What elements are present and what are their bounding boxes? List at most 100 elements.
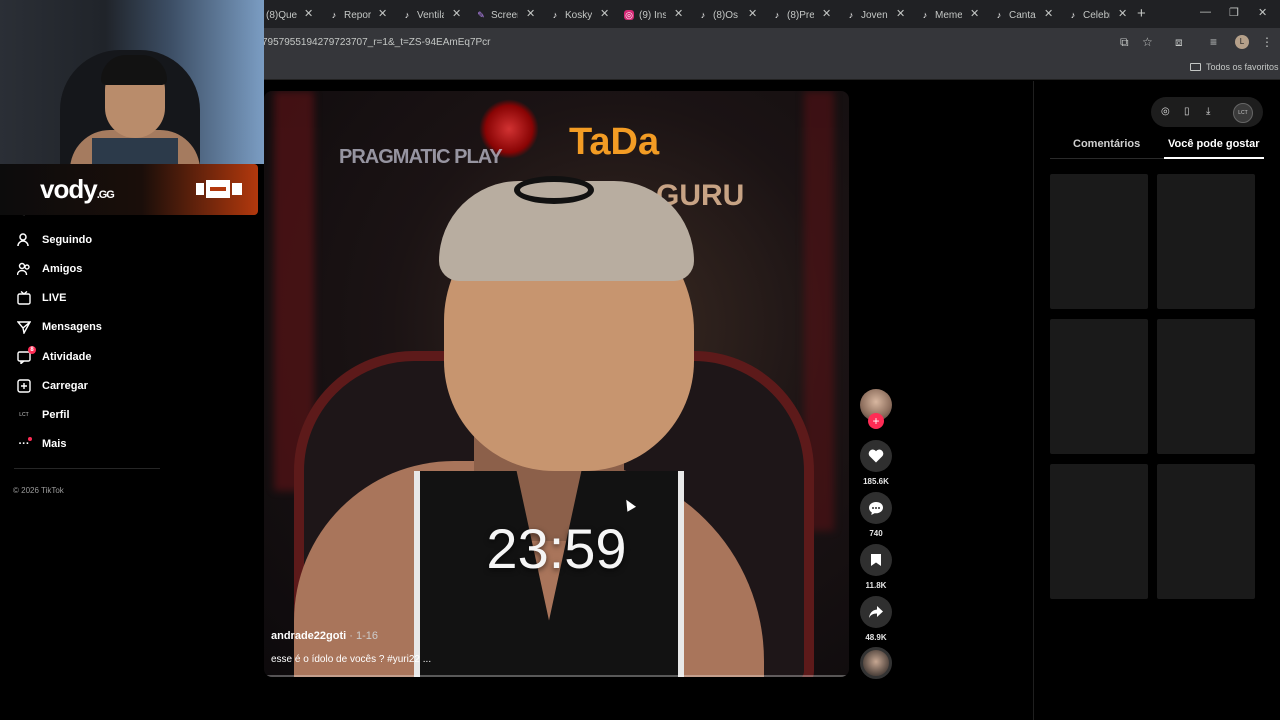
like-count: 185.6K [863, 477, 889, 486]
close-tab-icon[interactable]: ✕ [748, 7, 757, 20]
browser-tab[interactable]: ◎(9) Inst [624, 4, 666, 26]
menu-icon[interactable]: ⋮ [1261, 35, 1273, 49]
sidebar-item-more[interactable]: ··· Mais [16, 434, 66, 454]
tiktok-icon: ♪ [331, 10, 337, 20]
browser-tab[interactable]: ♪Joven c [846, 4, 888, 26]
close-tab-icon[interactable]: ✕ [822, 7, 831, 20]
suggestion-thumbnail[interactable] [1157, 464, 1255, 599]
tab-you-may-like[interactable]: Você pode gostar [1168, 138, 1259, 150]
pen-icon: ✎ [477, 10, 485, 20]
sponsor-banner: vody.GG [0, 164, 258, 215]
browser-tab[interactable]: ♪ Celebr [1068, 4, 1110, 26]
close-tab-icon[interactable]: ✕ [896, 7, 905, 20]
browser-tab[interactable]: ♪Report [329, 4, 371, 26]
comment-button[interactable] [860, 492, 892, 524]
video-sign: TaDa [569, 121, 660, 163]
minimize-icon[interactable]: — [1200, 6, 1211, 18]
close-tab-icon[interactable]: ✕ [1044, 7, 1053, 20]
user-avatar[interactable]: LCT [1233, 103, 1253, 123]
close-tab-icon[interactable]: ✕ [970, 7, 979, 20]
activity-badge: 8 [28, 346, 36, 354]
download-icon[interactable]: ⤓ [1206, 106, 1210, 117]
share-icon [869, 606, 883, 618]
activity-icon: 8 [16, 346, 36, 365]
sidebar: ‹ ◔ Seguindo Amigos LIVE Mensagens 8 Ati… [0, 164, 262, 720]
browser-tab[interactable]: ♪(8)Prep [772, 4, 814, 26]
sidebar-item-following[interactable]: Seguindo [16, 230, 92, 250]
close-tab-icon[interactable]: ✕ [674, 7, 683, 20]
all-bookmarks[interactable]: Todos os favoritos [1190, 62, 1279, 72]
restore-icon[interactable]: ❐ [1229, 6, 1239, 19]
url-field[interactable]: 7957955194279723707_r=1&_t=ZS-94EAmEq7Pc… [262, 37, 491, 48]
copyright: © 2026 TikTok [13, 486, 64, 495]
browser-tab[interactable]: ✎Screen [476, 4, 518, 26]
tiktok-icon: ♪ [1070, 10, 1076, 20]
video-timer-text: 23:59 [486, 517, 627, 580]
cast-icon[interactable]: ⧉ [1120, 35, 1129, 50]
explore-icon[interactable]: ◎ [1161, 106, 1170, 117]
new-tab-icon[interactable]: + [1137, 5, 1146, 22]
close-tab-icon[interactable]: ✕ [1118, 7, 1127, 20]
sidebar-item-upload[interactable]: Carregar [16, 376, 88, 396]
bookmark-icon [871, 554, 881, 566]
close-tab-icon[interactable]: ✕ [452, 7, 461, 20]
tiktok-icon: ♪ [552, 10, 558, 20]
suggestion-thumbnail[interactable] [1157, 319, 1255, 454]
sidebar-item-messages[interactable]: Mensagens [16, 317, 102, 337]
suggestion-thumbnail[interactable] [1050, 174, 1148, 309]
browser-tab[interactable]: (8)Que [266, 4, 298, 26]
mobile-icon[interactable]: ▯ [1184, 106, 1190, 117]
follow-button[interactable]: + [868, 413, 884, 429]
browser-tab[interactable]: ♪Memes [920, 4, 962, 26]
sponsor-logo-text: vody.GG [40, 174, 115, 204]
video-progress-bar[interactable] [264, 675, 849, 677]
heart-icon [868, 449, 884, 463]
close-tab-icon[interactable]: ✕ [600, 7, 609, 20]
messages-icon [16, 319, 32, 335]
live-icon [16, 290, 32, 306]
close-tab-icon[interactable]: ✕ [378, 7, 387, 20]
tab-comments[interactable]: Comentários [1073, 138, 1140, 150]
browser-profile-avatar[interactable]: L [1235, 35, 1249, 49]
browser-tab[interactable]: ♪(8)Os v [698, 4, 740, 26]
right-panel: ◎ ▯ ⤓ Comentários Você pode gostar [1033, 81, 1280, 720]
tiktok-icon: ♪ [774, 10, 780, 20]
sidebar-item-friends[interactable]: Amigos [16, 259, 82, 279]
upload-icon [16, 378, 32, 394]
share-count: 48.9K [865, 633, 887, 642]
tiktok-icon: ♪ [700, 10, 706, 20]
sidebar-item-live[interactable]: LIVE [16, 288, 66, 308]
browser-tab[interactable]: ♪Ventila [402, 4, 444, 26]
video-sign: PRAGMATIC PLAY [339, 146, 503, 168]
webcam-overlay [0, 0, 264, 164]
video-author[interactable]: andrade22goti · 1-16 [271, 630, 378, 642]
suggestion-thumbnail[interactable] [1050, 464, 1148, 599]
suggestion-thumbnail[interactable] [1157, 174, 1255, 309]
close-tab-icon[interactable]: ✕ [526, 7, 535, 20]
close-tab-icon[interactable]: ✕ [304, 7, 313, 20]
notification-dot [28, 437, 32, 441]
share-button[interactable] [860, 596, 892, 628]
save-button[interactable] [860, 544, 892, 576]
browser-tab[interactable]: ♪Kosky n [550, 4, 592, 26]
sidebar-divider [14, 468, 160, 469]
tiktok-icon: ♪ [848, 10, 854, 20]
browser-tab[interactable]: ♪Cantad [994, 4, 1036, 26]
extensions-icon[interactable]: ⧈ [1175, 35, 1183, 50]
tiktok-icon: ♪ [922, 10, 928, 20]
tiktok-icon: ♪ [404, 10, 410, 20]
like-button[interactable] [860, 440, 892, 472]
suggestion-thumbnail[interactable] [1050, 319, 1148, 454]
video-player[interactable]: PRAGMATIC PLAY TaDa GURU 23:59 andrade22… [264, 91, 849, 677]
video-caption[interactable]: esse é o ídolo de vocês ? #yuri22 ... [271, 654, 431, 665]
music-disc-avatar[interactable] [860, 647, 892, 679]
comment-icon [869, 501, 883, 515]
close-window-icon[interactable]: ✕ [1258, 6, 1267, 19]
media-icon[interactable]: ≡ [1210, 35, 1217, 49]
tiktok-icon: ♪ [996, 10, 1002, 20]
save-count: 11.8K [865, 581, 887, 590]
sidebar-item-activity[interactable]: 8 Atividade [16, 346, 92, 367]
profile-icon: LCT [19, 412, 29, 418]
sidebar-item-profile[interactable]: LCT Perfil [16, 405, 69, 425]
star-icon[interactable]: ☆ [1142, 35, 1153, 49]
